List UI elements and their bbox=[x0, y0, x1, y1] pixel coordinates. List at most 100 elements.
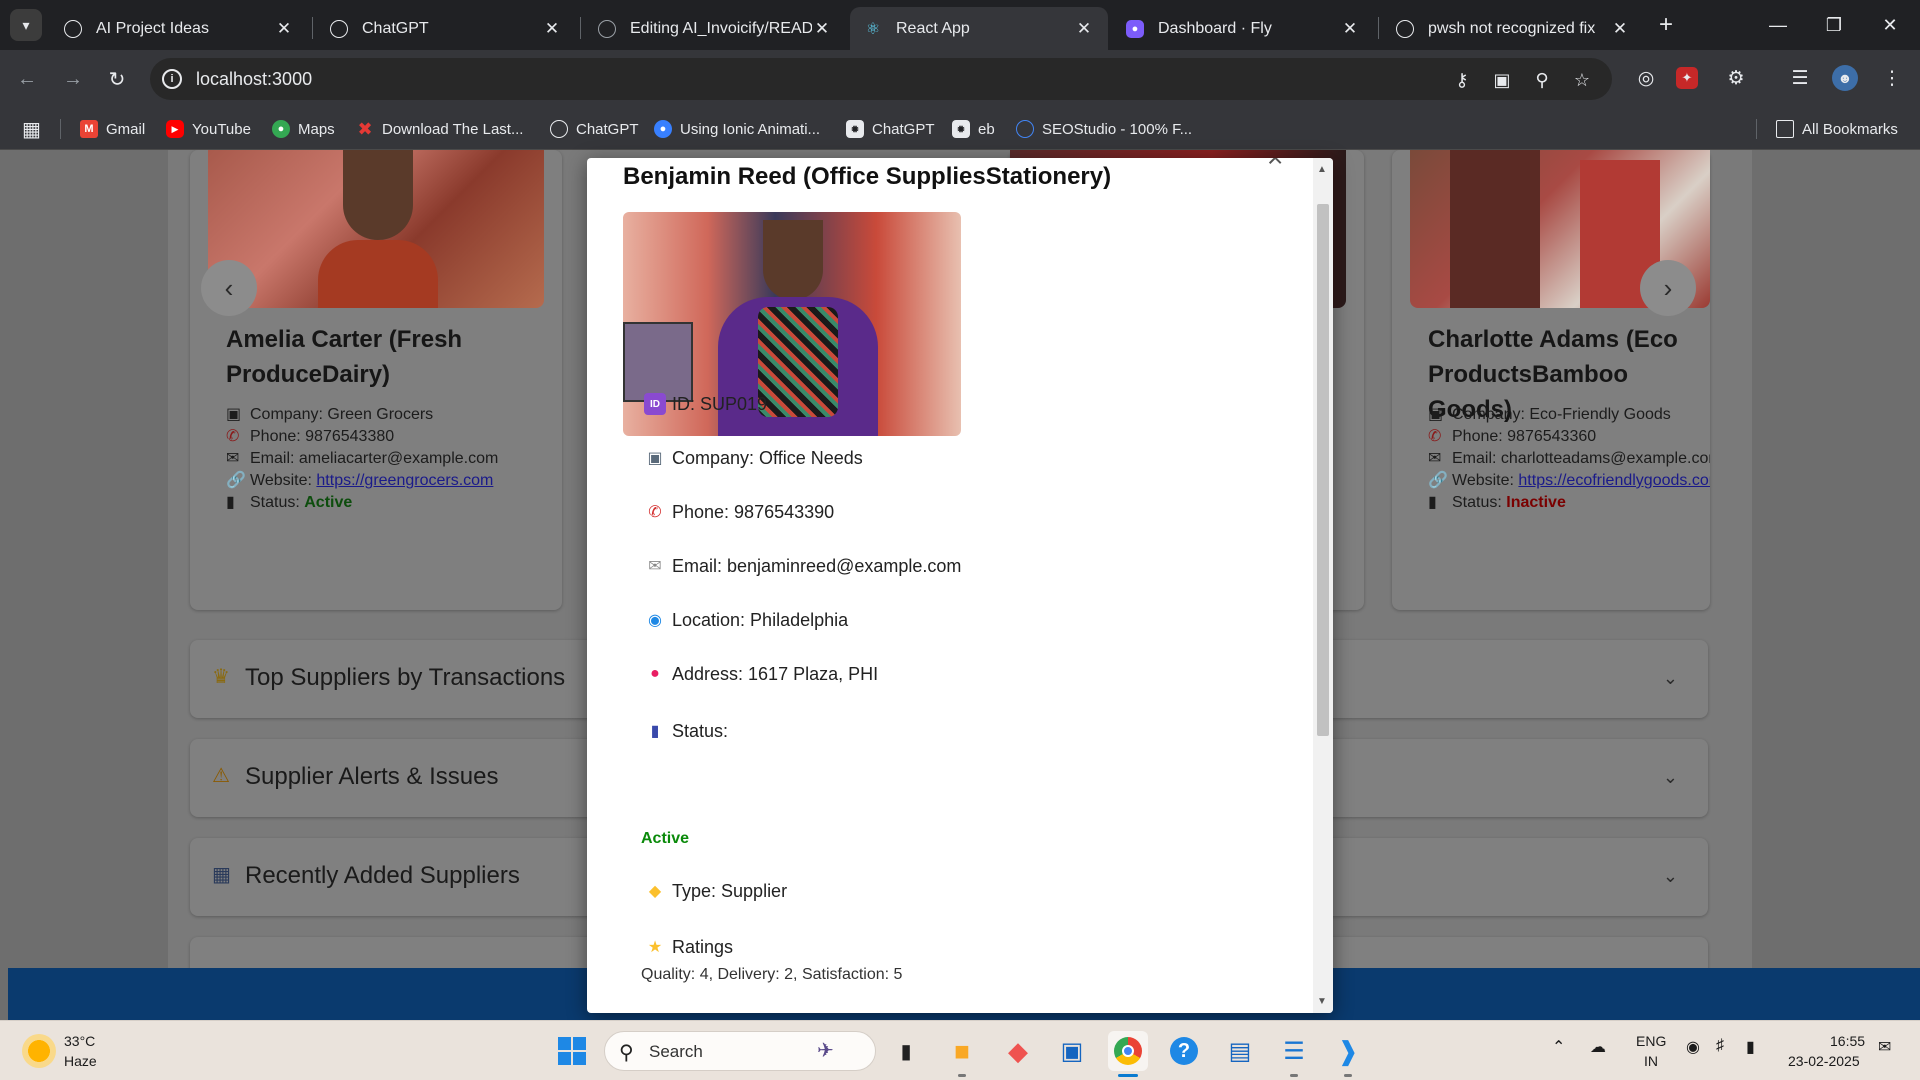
back-button[interactable]: ← bbox=[12, 64, 42, 94]
chrome-icon bbox=[1114, 1037, 1142, 1065]
bookmark-ionic[interactable]: ● Using Ionic Animati... bbox=[654, 108, 820, 150]
menu-kebab-icon[interactable]: ⋮ bbox=[1878, 64, 1906, 92]
carousel-next-button[interactable]: › bbox=[1640, 260, 1696, 316]
extension-red-icon[interactable]: ✦ bbox=[1676, 67, 1698, 89]
taskbar-search[interactable]: ⚲ Search ✈ bbox=[604, 1031, 876, 1071]
chrome-button[interactable] bbox=[1108, 1031, 1148, 1071]
volume-muted-icon[interactable]: ♯ bbox=[1716, 1037, 1724, 1055]
bookmarks-divider bbox=[1756, 119, 1757, 139]
help-button[interactable]: ? bbox=[1164, 1031, 1204, 1071]
tab-dashboard-fly[interactable]: ● Dashboard · Fly ✕ bbox=[1112, 7, 1374, 50]
bookmark-eb[interactable]: ✹ eb bbox=[952, 108, 995, 150]
card-status: ▮ Status: Active bbox=[226, 494, 353, 511]
new-tab-button[interactable]: + bbox=[1652, 12, 1680, 40]
card-company: ▣ Company: Green Grocers bbox=[226, 406, 434, 423]
microsoft-store-button[interactable]: ▣ bbox=[1052, 1031, 1092, 1071]
scroll-down-icon[interactable]: ▼ bbox=[1317, 996, 1327, 1007]
task-view-button[interactable]: ▮ bbox=[886, 1031, 926, 1071]
modal-close-button[interactable]: × bbox=[1267, 158, 1283, 174]
bookmark-chatgpt-1[interactable]: ChatGPT bbox=[550, 108, 639, 150]
bar-chart-icon: ▮ bbox=[1428, 494, 1437, 511]
trophy-icon: ♛ bbox=[212, 666, 230, 688]
restore-button[interactable]: ❐ bbox=[1806, 0, 1862, 50]
extensions-puzzle-icon[interactable]: ⚙ bbox=[1722, 64, 1750, 92]
onedrive-icon[interactable]: ☁ bbox=[1590, 1037, 1606, 1057]
vscode-button[interactable]: ❱ bbox=[1328, 1031, 1368, 1071]
region-indicator[interactable]: IN bbox=[1644, 1053, 1658, 1069]
tab-label: Dashboard · Fly bbox=[1158, 19, 1272, 37]
tray-overflow-button[interactable]: ⌃ bbox=[1552, 1037, 1565, 1057]
close-icon[interactable]: ✕ bbox=[1340, 19, 1360, 39]
bookmark-seostudio[interactable]: SEOStudio - 100% F... bbox=[1016, 108, 1192, 150]
install-app-icon[interactable]: ▣ bbox=[1490, 68, 1514, 92]
bookmark-all-bookmarks[interactable]: All Bookmarks bbox=[1776, 108, 1898, 150]
bookmark-star-icon[interactable]: ☆ bbox=[1570, 68, 1594, 92]
clock-time[interactable]: 16:55 bbox=[1830, 1033, 1865, 1049]
clock-date[interactable]: 23-02-2025 bbox=[1788, 1053, 1860, 1069]
key-icon[interactable]: ⚷ bbox=[1450, 68, 1474, 92]
diamond-icon: ◆ bbox=[1008, 1035, 1028, 1066]
close-icon[interactable]: ✕ bbox=[274, 19, 294, 39]
bookmark-label: ChatGPT bbox=[576, 120, 639, 138]
bookmark-youtube[interactable]: ▶ YouTube bbox=[166, 108, 251, 150]
chevron-left-icon: ‹ bbox=[224, 272, 234, 303]
modal-title: Benjamin Reed (Office SuppliesStationery… bbox=[623, 163, 1112, 190]
weather-temp[interactable]: 33°C bbox=[64, 1033, 95, 1049]
bookmark-label: All Bookmarks bbox=[1802, 120, 1898, 138]
close-icon[interactable]: ✕ bbox=[812, 19, 832, 39]
profile-avatar[interactable]: ☻ bbox=[1832, 65, 1858, 91]
bookmark-label: SEOStudio - 100% F... bbox=[1042, 120, 1193, 138]
start-button[interactable] bbox=[552, 1031, 592, 1071]
battery-icon[interactable]: ▮ bbox=[1746, 1037, 1755, 1057]
close-icon[interactable]: ✕ bbox=[542, 19, 562, 39]
reload-button[interactable]: ↻ bbox=[102, 64, 132, 94]
reload-icon: ↻ bbox=[108, 68, 126, 91]
wifi-icon[interactable]: ◉ bbox=[1686, 1037, 1700, 1057]
minimize-button[interactable]: — bbox=[1750, 0, 1806, 50]
apps-grid-icon[interactable]: ▦ bbox=[22, 108, 41, 150]
weather-desc[interactable]: Haze bbox=[64, 1053, 97, 1069]
site-info-icon[interactable]: i bbox=[162, 69, 182, 89]
bookmark-chatgpt-2[interactable]: ✹ ChatGPT bbox=[846, 108, 935, 150]
control-panel-button[interactable]: ▤ bbox=[1220, 1031, 1260, 1071]
address-bar[interactable]: i localhost:3000 ⚷ ▣ ⚲ ☆ bbox=[150, 58, 1612, 100]
file-explorer-button[interactable]: ■ bbox=[942, 1031, 982, 1071]
website-link[interactable]: https://greengrocers.com bbox=[316, 472, 493, 489]
notification-bell-icon[interactable]: ✉ bbox=[1878, 1037, 1891, 1057]
forward-button[interactable]: → bbox=[58, 64, 88, 94]
app-red-diamond-button[interactable]: ◆ bbox=[998, 1031, 1038, 1071]
scrollbar-thumb[interactable] bbox=[1317, 204, 1329, 736]
supplier-card-charlotte[interactable]: Charlotte Adams (Eco ProductsBamboo Good… bbox=[1392, 150, 1710, 610]
bookmarks-bar: ▦ M Gmail ▶ YouTube ● Maps ✖ Download Th… bbox=[0, 108, 1920, 150]
close-icon[interactable]: ✕ bbox=[1610, 19, 1630, 39]
bookmark-maps[interactable]: ● Maps bbox=[272, 108, 335, 150]
bookmark-gmail[interactable]: M Gmail bbox=[80, 108, 145, 150]
scroll-up-icon[interactable]: ▲ bbox=[1317, 164, 1327, 175]
tab-pwsh-fix[interactable]: pwsh not recognized fix ✕ bbox=[1382, 7, 1644, 50]
tab-search-button[interactable]: ▾ bbox=[10, 9, 42, 41]
tab-editing-readme[interactable]: Editing AI_Invoicify/README ✕ bbox=[584, 7, 846, 50]
zoom-icon[interactable]: ⚲ bbox=[1530, 68, 1554, 92]
task-view-icon: ▮ bbox=[900, 1040, 912, 1063]
website-link[interactable]: https://ecofriendlygoods.com bbox=[1518, 472, 1710, 489]
supplier-card-amelia[interactable]: Amelia Carter (Fresh ProduceDairy) ▣ Comp… bbox=[190, 150, 562, 610]
maps-pin-icon: ● bbox=[272, 120, 290, 138]
url-text[interactable]: localhost:3000 bbox=[196, 69, 312, 90]
close-window-button[interactable]: ✕ bbox=[1862, 0, 1918, 50]
tab-react-app[interactable]: ⚛ React App ✕ bbox=[850, 7, 1108, 50]
close-icon[interactable]: ✕ bbox=[1074, 19, 1094, 39]
notepad-button[interactable]: ☰ bbox=[1274, 1031, 1314, 1071]
carousel-prev-button[interactable]: ‹ bbox=[201, 260, 257, 316]
tab-ai-project-ideas[interactable]: AI Project Ideas ✕ bbox=[50, 7, 308, 50]
media-control-icon[interactable]: ☰ bbox=[1786, 64, 1814, 92]
language-indicator[interactable]: ENG bbox=[1636, 1033, 1666, 1049]
extension-target-icon[interactable]: ◎ bbox=[1632, 64, 1660, 92]
minimize-icon: — bbox=[1769, 14, 1787, 35]
modal-scrollbar[interactable]: ▲ ▼ bbox=[1313, 158, 1333, 1013]
bookmark-download[interactable]: ✖ Download The Last... bbox=[356, 108, 523, 150]
gmail-icon: M bbox=[80, 120, 98, 138]
envelope-icon: ✉ bbox=[1428, 450, 1442, 467]
tab-chatgpt[interactable]: ChatGPT ✕ bbox=[316, 7, 576, 50]
weather-haze-icon[interactable] bbox=[22, 1034, 56, 1068]
person-torso bbox=[318, 240, 438, 308]
